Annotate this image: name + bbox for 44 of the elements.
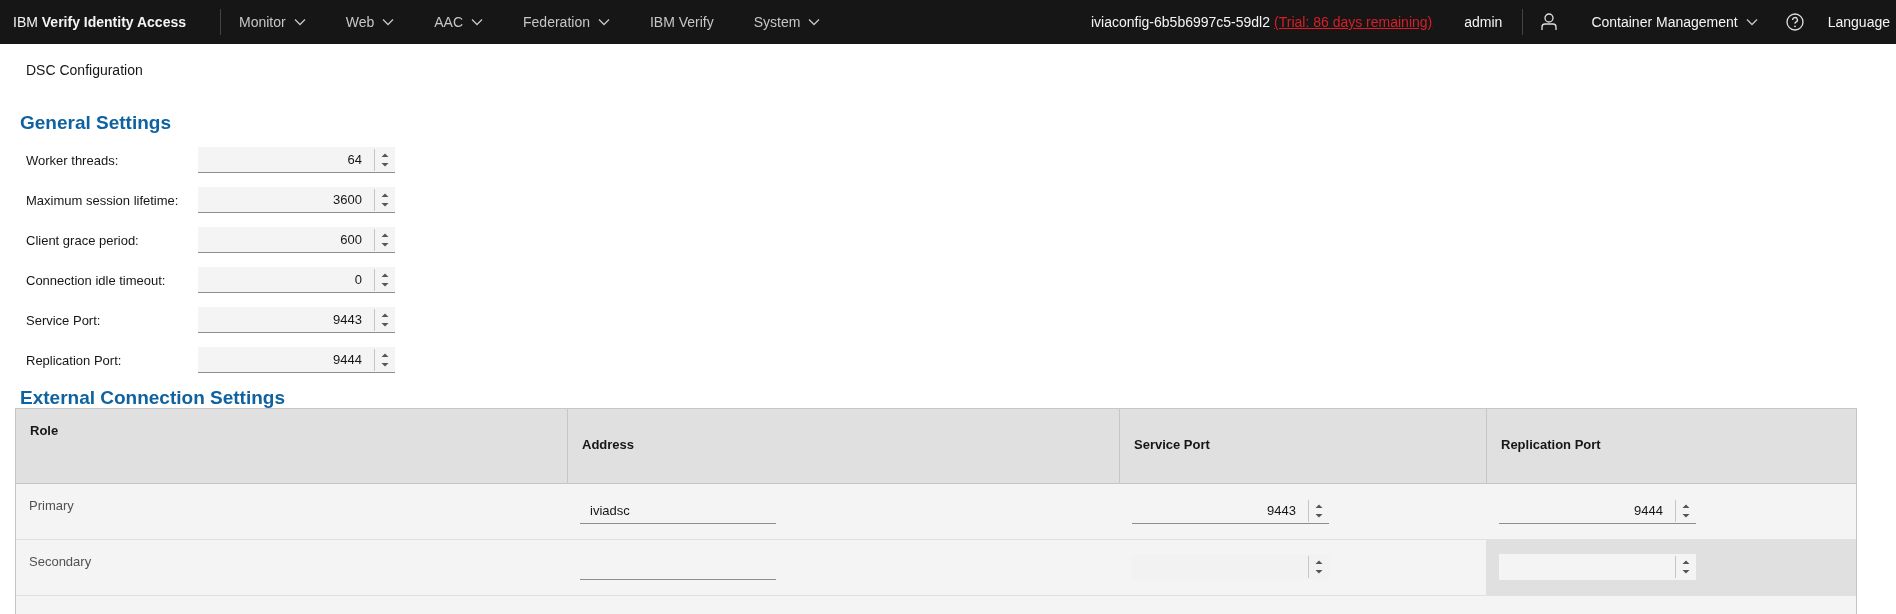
table-cell: Primary xyxy=(29,498,74,513)
text-input[interactable]: iviadsc xyxy=(580,498,776,524)
chevron-down-icon xyxy=(471,18,484,26)
nav-menu-item[interactable]: Monitor xyxy=(239,14,306,30)
chevron-down-icon xyxy=(293,18,306,26)
column-header: Replication Port xyxy=(1486,409,1856,483)
section-heading: External Connection Settings xyxy=(20,388,286,408)
number-input[interactable]: 3600 xyxy=(198,187,395,213)
hostname: iviaconfig-6b5b6997c5-59dl2 xyxy=(1091,14,1271,30)
number-input[interactable]: 0 xyxy=(198,267,395,293)
nav-menu-item[interactable]: IBM Verify xyxy=(649,14,714,30)
nav-menu-item[interactable]: AAC xyxy=(434,14,484,30)
chevron-down-icon xyxy=(808,18,821,26)
number-input[interactable]: 9444 xyxy=(198,347,395,373)
table-cell: Secondary xyxy=(29,554,92,569)
field-label: Replication Port: xyxy=(25,352,123,368)
chevron-down-icon xyxy=(382,18,395,26)
nav-menu-item[interactable]: System xyxy=(753,14,821,30)
nav-menu-item[interactable]: Web xyxy=(345,14,395,30)
field-label: Maximum session lifetime: xyxy=(25,192,180,208)
field-label: Service Port: xyxy=(25,312,102,328)
number-input[interactable]: 9444 xyxy=(1499,498,1696,524)
column-header: Address xyxy=(567,409,1119,483)
nav-menu-item[interactable]: Federation xyxy=(523,14,610,30)
trial-link[interactable]: (Trial: 86 days remaining) xyxy=(1274,14,1433,30)
number-input[interactable]: 9443 xyxy=(1132,498,1329,524)
page-title: DSC Configuration xyxy=(26,62,144,78)
help-icon[interactable] xyxy=(1785,13,1804,31)
username: admin xyxy=(1464,14,1503,30)
number-input[interactable]: 64 xyxy=(198,147,395,173)
container-management-menu[interactable]: Container Management xyxy=(1591,14,1758,30)
column-header: Service Port xyxy=(1119,409,1486,483)
field-label: Client grace period: xyxy=(25,232,140,248)
field-label: Connection idle timeout: xyxy=(25,272,167,288)
field-label: Worker threads: xyxy=(25,152,120,168)
number-input[interactable]: 600 xyxy=(198,227,395,253)
language-menu[interactable]: Language xyxy=(1827,14,1890,30)
number-input[interactable]: 9443 xyxy=(198,307,395,333)
user-icon[interactable] xyxy=(1541,13,1558,31)
column-header: Role xyxy=(29,422,60,440)
section-heading: General Settings xyxy=(20,112,172,134)
product-name: IBM Verify Identity Access xyxy=(12,14,187,30)
chevron-down-icon xyxy=(597,18,610,26)
chevron-down-icon xyxy=(1745,18,1758,26)
